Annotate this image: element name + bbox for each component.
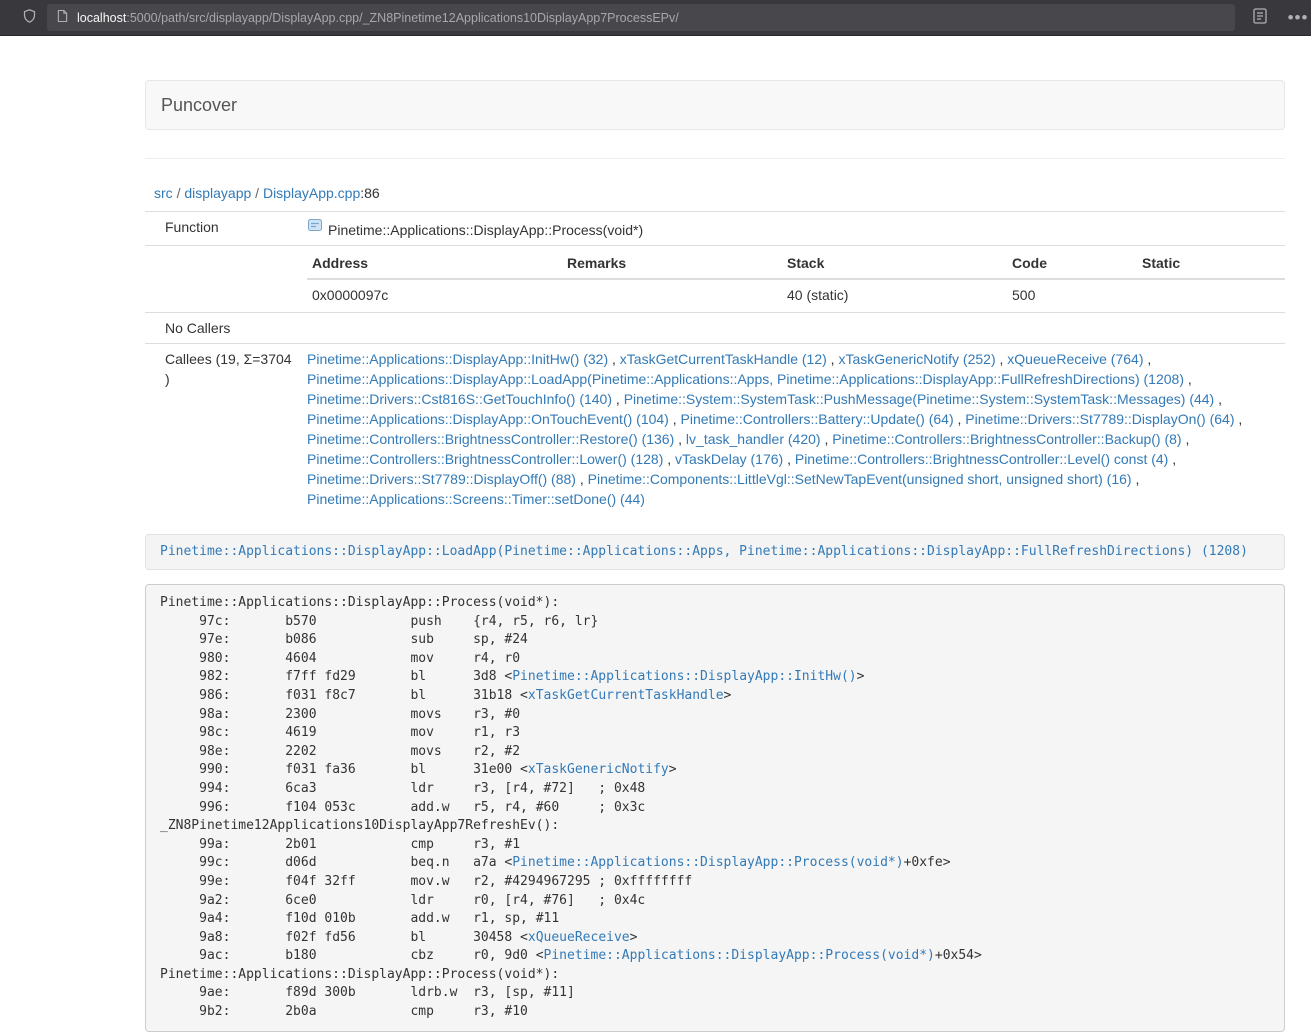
callee-link[interactable]: xQueueReceive (764) [1007,351,1143,367]
stats-value-address: 0x0000097c [307,279,562,310]
callee-link[interactable]: xTaskGenericNotify (252) [838,351,995,367]
navbar: Puncover [145,80,1285,130]
callee-link[interactable]: xTaskGetCurrentTaskHandle (12) [620,351,827,367]
address-bar[interactable]: localhost:5000/path/src/displayapp/Displ… [47,4,1235,31]
callee-link[interactable]: Pinetime::System::SystemTask::PushMessag… [624,391,1215,407]
page-info-icon[interactable] [57,9,68,26]
stats-value-stack: 40 (static) [782,279,1007,310]
callee-link[interactable]: Pinetime::Controllers::Battery::Update()… [681,411,954,427]
stats-header-stack: Stack [782,248,1007,279]
breadcrumb: src / displayapp / DisplayApp.cpp:86 [145,159,1285,211]
callee-link[interactable]: Pinetime::Controllers::BrightnessControl… [307,451,663,467]
breadcrumb-file-link[interactable]: DisplayApp.cpp [263,185,360,201]
browser-chrome: localhost:5000/path/src/displayapp/Displ… [0,0,1311,36]
code-symbol-link[interactable]: Pinetime::Applications::DisplayApp::Proc… [512,855,903,870]
selected-symbol-box: Pinetime::Applications::DisplayApp::Load… [145,534,1285,570]
row-label-empty [145,246,297,313]
callee-link[interactable]: lv_task_handler (420) [686,431,821,447]
stats-value-code: 500 [1007,279,1137,310]
callees-list: Pinetime::Applications::DisplayApp::Init… [297,344,1285,515]
url-path: :5000/path/src/displayapp/DisplayApp.cpp… [126,11,678,25]
url-host: localhost [77,11,126,25]
stats-header-remarks: Remarks [562,248,782,279]
table-row-stats: Address Remarks Stack Code Static 0x0000… [145,246,1285,313]
stats-table: Address Remarks Stack Code Static 0x0000… [307,248,1285,310]
reader-mode-button[interactable] [1245,4,1275,32]
breadcrumb-separator: / [255,185,259,201]
brand-link[interactable]: Puncover [146,95,252,116]
code-symbol-link[interactable]: xQueueReceive [528,930,630,945]
table-row-callees: Callees (19, Σ=3704 ) Pinetime::Applicat… [145,344,1285,515]
callee-link[interactable]: Pinetime::Applications::DisplayApp::OnTo… [307,411,669,427]
disassembly: Pinetime::Applications::DisplayApp::Proc… [145,584,1285,1032]
callee-link[interactable]: Pinetime::Applications::DisplayApp::Init… [307,351,608,367]
breadcrumb-line-number: :86 [360,185,379,201]
breadcrumb-displayapp-link[interactable]: displayapp [184,185,251,201]
reader-mode-icon [1253,8,1267,27]
stats-header-code: Code [1007,248,1137,279]
stats-header-static: Static [1137,248,1285,279]
callee-link[interactable]: Pinetime::Controllers::BrightnessControl… [832,431,1181,447]
code-symbol-link[interactable]: xTaskGenericNotify [528,762,669,777]
stats-header-address: Address [307,248,562,279]
callee-link[interactable]: vTaskDelay (176) [675,451,783,467]
code-symbol-link[interactable]: Pinetime::Applications::DisplayApp::Proc… [544,948,935,963]
function-detail-table: Function Pinetime::Applications::Display… [145,211,1285,514]
stats-header-row: Address Remarks Stack Code Static [307,248,1285,279]
shield-icon [22,8,37,27]
callee-link[interactable]: Pinetime::Applications::DisplayApp::Load… [307,371,1184,387]
table-row-no-callers: No Callers [145,313,1285,344]
callee-link[interactable]: Pinetime::Applications::Screens::Timer::… [307,491,645,507]
breadcrumb-separator: / [177,185,181,201]
browser-menu-button[interactable]: ••• [1283,4,1311,32]
stats-value-static [1137,279,1285,310]
callee-link[interactable]: Pinetime::Controllers::BrightnessControl… [307,431,674,447]
selected-symbol-link[interactable]: Pinetime::Applications::DisplayApp::Load… [160,544,1248,559]
stats-value-remarks [562,279,782,310]
breadcrumb-src-link[interactable]: src [154,185,173,201]
code-symbol-link[interactable]: xTaskGetCurrentTaskHandle [528,688,724,703]
stats-value-row: 0x0000097c 40 (static) 500 [307,279,1285,310]
row-label-no-callers: No Callers [145,313,297,344]
no-callers-cell [297,313,1285,344]
callee-link[interactable]: Pinetime::Drivers::St7789::DisplayOff() … [307,471,576,487]
tracking-shield-button[interactable] [14,4,44,32]
function-name-cell: Pinetime::Applications::DisplayApp::Proc… [297,212,1285,246]
row-label-function: Function [145,212,297,246]
callee-link[interactable]: Pinetime::Drivers::Cst816S::GetTouchInfo… [307,391,612,407]
callee-link[interactable]: Pinetime::Drivers::St7789::DisplayOn() (… [965,411,1234,427]
page-content: Puncover src / displayapp / DisplayApp.c… [145,36,1285,1032]
code-symbol-link[interactable]: Pinetime::Applications::DisplayApp::Init… [512,669,856,684]
meatball-menu-icon: ••• [1288,13,1309,23]
stats-cell: Address Remarks Stack Code Static 0x0000… [297,246,1285,313]
table-row-function: Function Pinetime::Applications::Display… [145,212,1285,246]
callee-link[interactable]: Pinetime::Components::LittleVgl::SetNewT… [588,471,1132,487]
callee-link[interactable]: Pinetime::Controllers::BrightnessControl… [795,451,1168,467]
function-icon [307,217,323,238]
row-label-callees: Callees (19, Σ=3704 ) [145,344,297,515]
function-name: Pinetime::Applications::DisplayApp::Proc… [328,222,643,238]
